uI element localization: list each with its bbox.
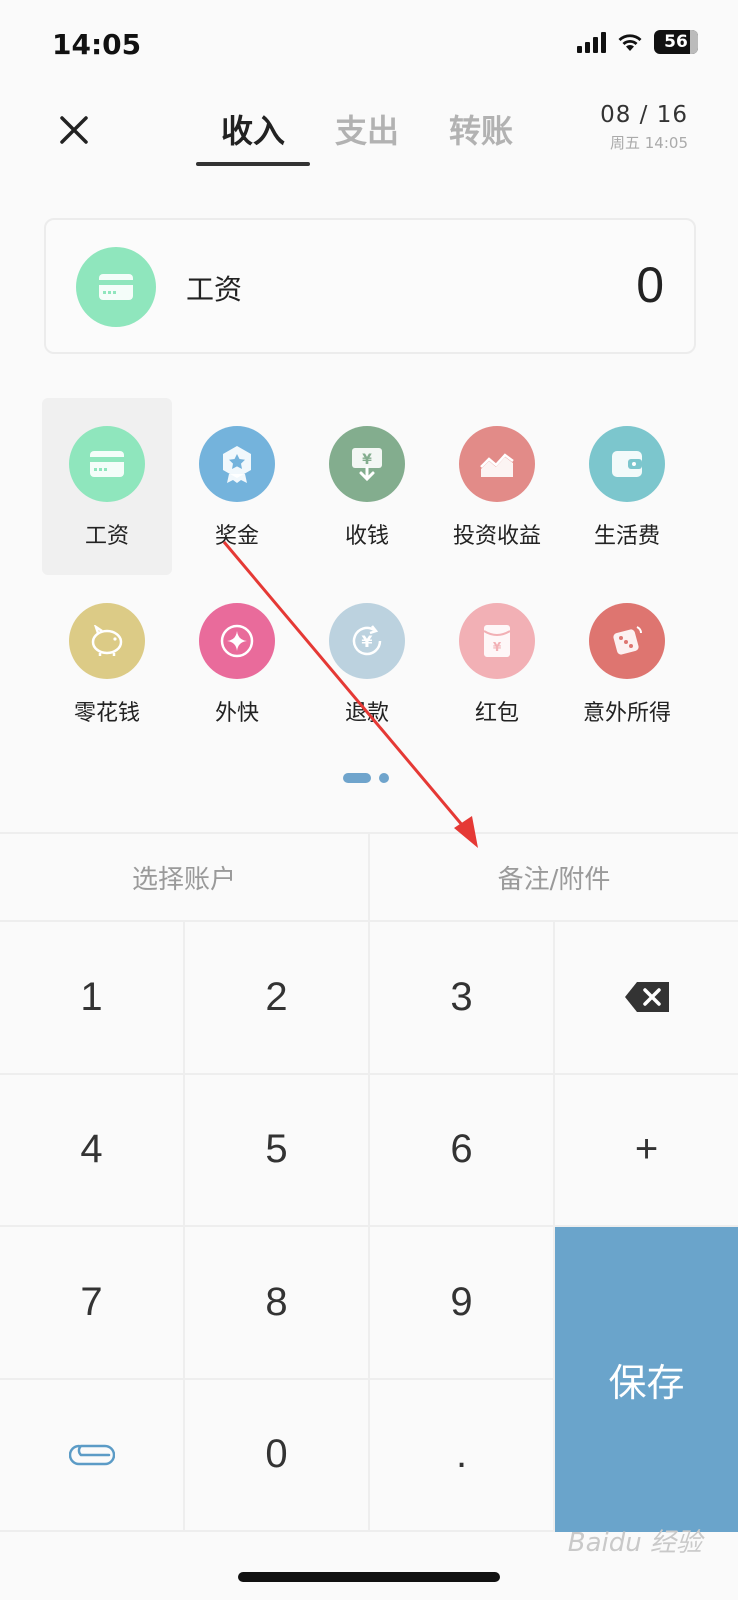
category-red-envelope[interactable]: ¥ 红包 — [432, 575, 562, 752]
svg-text:¥: ¥ — [362, 452, 372, 468]
page-dot — [379, 773, 389, 783]
wallet-icon — [589, 426, 665, 502]
status-icons: 56 — [577, 30, 698, 54]
wifi-icon — [618, 34, 642, 51]
home-indicator — [238, 1572, 500, 1582]
category-label: 零花钱 — [73, 701, 140, 726]
sparkle-icon — [199, 603, 275, 679]
card-icon — [69, 426, 145, 502]
page-indicator — [343, 773, 389, 783]
category-pocket-money[interactable]: 零花钱 — [42, 575, 172, 752]
weekday-time-label: 周五 14:05 — [610, 134, 688, 152]
amount-card[interactable]: 工资 0 — [44, 218, 696, 354]
category-receive[interactable]: ¥ 收钱 — [302, 398, 432, 575]
chart-up-icon — [459, 426, 535, 502]
save-button[interactable]: 保存 — [555, 1227, 738, 1532]
status-time: 14:05 — [52, 28, 142, 61]
tab-income[interactable]: 收入 — [196, 106, 310, 166]
key-dot[interactable]: . — [370, 1379, 555, 1532]
type-tabs: 收入 支出 转账 — [196, 106, 538, 166]
category-label: 奖金 — [214, 524, 259, 549]
date-label: 08 / 16 — [600, 102, 688, 128]
category-label: 收钱 — [344, 524, 389, 549]
category-label: 红包 — [474, 701, 519, 726]
key-3[interactable]: 3 — [370, 922, 555, 1075]
category-label: 投资收益 — [452, 524, 541, 549]
numeric-keypad: 1 2 3 4 5 6 + 7 8 9 保存 0 . — [0, 922, 738, 1532]
category-label: 外快 — [214, 701, 259, 726]
plus-button[interactable]: + — [555, 1075, 738, 1227]
piggy-bank-icon — [69, 603, 145, 679]
options-row: 选择账户 备注/附件 — [0, 832, 738, 922]
close-icon — [60, 116, 88, 144]
card-icon — [99, 274, 133, 300]
selected-category-name: 工资 — [186, 273, 243, 306]
status-bar: 14:05 56 — [0, 0, 738, 90]
attachment-button[interactable] — [0, 1379, 185, 1532]
category-bonus[interactable]: 奖金 — [172, 398, 302, 575]
selected-category-icon — [76, 247, 156, 327]
key-6[interactable]: 6 — [370, 1074, 555, 1227]
key-1[interactable]: 1 — [0, 922, 185, 1075]
red-envelope-icon: ¥ — [459, 603, 535, 679]
category-label: 生活费 — [593, 524, 660, 549]
key-2[interactable]: 2 — [185, 922, 370, 1075]
note-attachment-button[interactable]: 备注/附件 — [368, 834, 738, 920]
backspace-button[interactable] — [555, 922, 738, 1075]
key-7[interactable]: 7 — [0, 1227, 185, 1380]
select-account-button[interactable]: 选择账户 — [0, 834, 368, 920]
date-selector[interactable]: 08 / 16 周五 14:05 — [600, 102, 688, 153]
dice-icon — [589, 603, 665, 679]
paperclip-icon — [68, 1444, 115, 1465]
svg-text:¥: ¥ — [493, 640, 502, 654]
tab-transfer[interactable]: 转账 — [424, 106, 538, 166]
category-side-income[interactable]: 外快 — [172, 575, 302, 752]
header: 收入 支出 转账 08 / 16 周五 14:05 — [0, 90, 738, 180]
refund-icon: ¥ — [329, 603, 405, 679]
tab-expense[interactable]: 支出 — [310, 106, 424, 166]
receive-money-icon: ¥ — [329, 426, 405, 502]
page-dot-active — [343, 773, 371, 783]
close-button[interactable] — [52, 108, 96, 152]
signal-icon — [577, 31, 606, 53]
key-0[interactable]: 0 — [185, 1379, 370, 1532]
category-windfall[interactable]: 意外所得 — [562, 575, 692, 752]
key-9[interactable]: 9 — [370, 1227, 555, 1380]
key-4[interactable]: 4 — [0, 1074, 185, 1227]
battery-level: 56 — [664, 32, 688, 52]
category-label: 工资 — [84, 524, 129, 549]
category-salary[interactable]: 工资 — [42, 398, 172, 575]
category-investment[interactable]: 投资收益 — [432, 398, 562, 575]
watermark: Baidu 经验 — [567, 1528, 702, 1558]
key-8[interactable]: 8 — [185, 1227, 370, 1380]
category-grid: 工资 奖金 ¥ 收钱 投资收益 生活费 零花钱 外快 ¥ 退款 ¥ 红包 意外所… — [42, 398, 694, 752]
battery-icon: 56 — [654, 30, 698, 54]
category-label: 退款 — [344, 701, 389, 726]
category-label: 意外所得 — [582, 701, 671, 726]
amount-value: 0 — [636, 257, 664, 313]
medal-icon — [199, 426, 275, 502]
svg-text:¥: ¥ — [361, 632, 372, 651]
category-living[interactable]: 生活费 — [562, 398, 692, 575]
category-refund[interactable]: ¥ 退款 — [302, 575, 432, 752]
backspace-icon — [624, 982, 669, 1013]
key-5[interactable]: 5 — [185, 1074, 370, 1227]
